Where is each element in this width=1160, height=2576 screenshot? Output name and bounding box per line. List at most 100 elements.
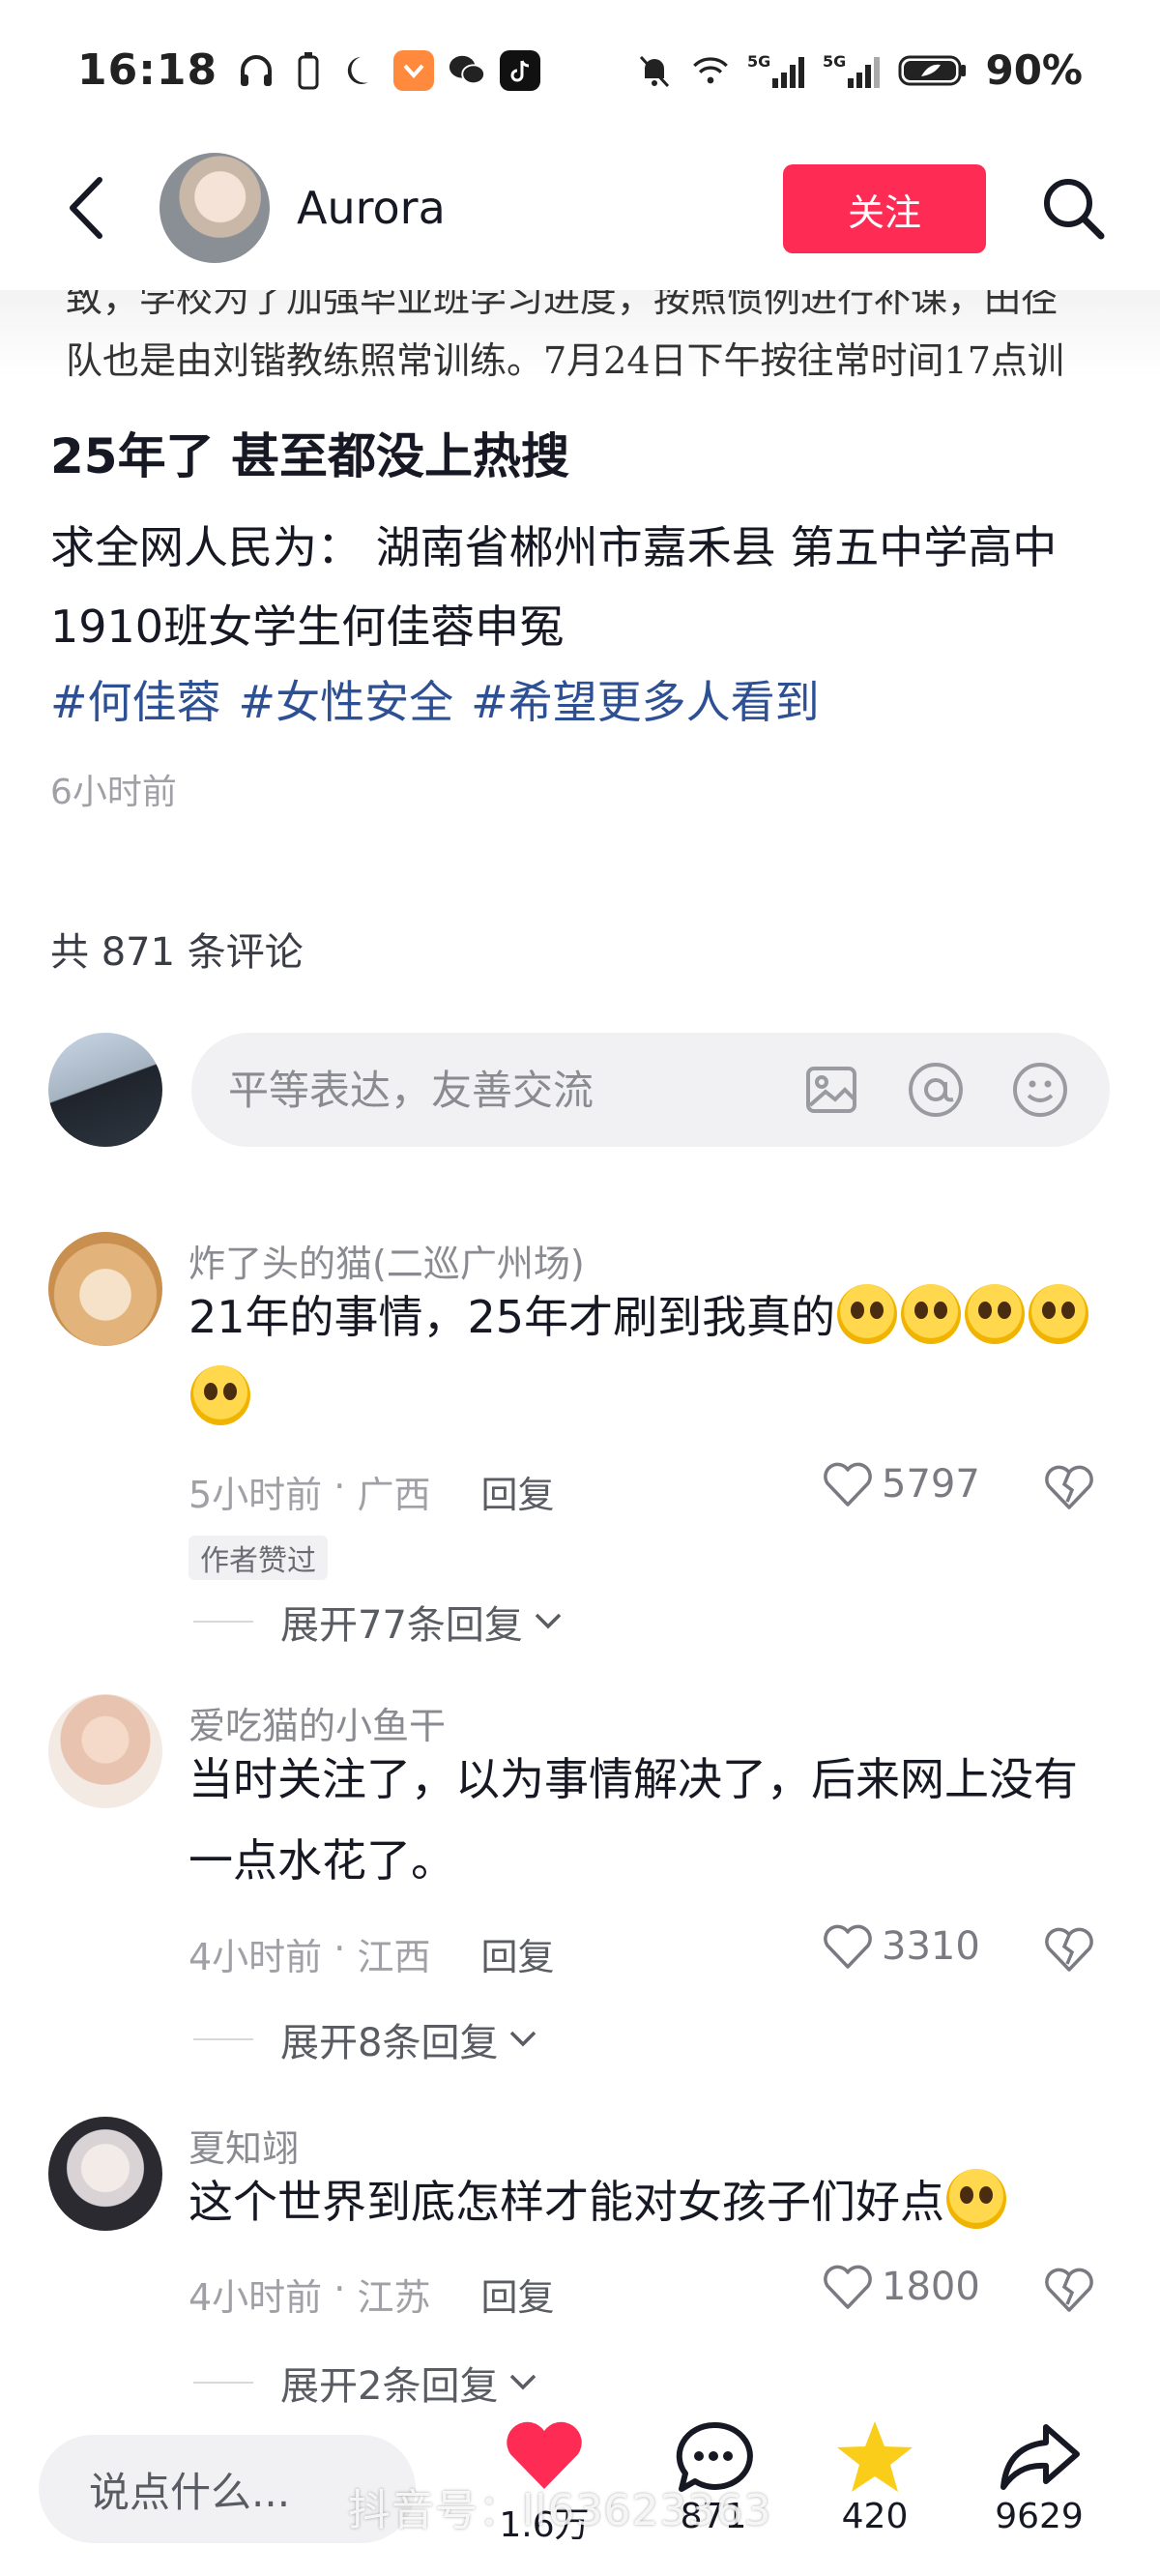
post-image-strip[interactable]: 致，学校为了加强毕业班学习进度，按照惯例进行补课，田径 队也是由刘锴教练照常训练… <box>0 290 1160 377</box>
comment-text: 这个世界到底怎样才能对女孩子们好点 <box>188 2161 1116 2242</box>
comment-input-box[interactable] <box>191 1033 1110 1147</box>
wechat-icon <box>448 51 486 90</box>
comment-time: 4小时前 <box>188 2276 323 2319</box>
comment-bubble-icon <box>676 2421 753 2492</box>
heart-filled-icon <box>507 2421 582 2489</box>
broken-heart-icon <box>1045 1465 1093 1509</box>
expand-replies-button[interactable]: 展开2条回复 <box>193 2355 542 2411</box>
say-something-input[interactable]: 说点什么... <box>39 2435 416 2543</box>
status-right: 5G 5G 90% <box>635 46 1083 94</box>
bottom-action-bar: 说点什么... 1.6万 871 420 9629 抖音号：ll63623363 <box>0 2408 1160 2576</box>
like-count: 1800 <box>882 2265 980 2309</box>
chevron-left-icon <box>70 177 102 239</box>
search-button[interactable] <box>1034 169 1112 247</box>
comment-text-content: 21年的事情，25年才刷到我真的 <box>188 1291 836 1343</box>
like-button[interactable]: 5797 <box>822 1460 980 1508</box>
dislike-button[interactable] <box>1042 1922 1096 1976</box>
image-text-line-1: 致，学校为了加强毕业班学习进度，按照惯例进行补课，田径 <box>66 290 1058 320</box>
comment-location: 江苏 <box>357 2276 431 2319</box>
author-avatar[interactable] <box>160 153 270 263</box>
pleading-face-emoji-icon <box>1029 1284 1089 1344</box>
comment-meta: 4小时前 · 江西 回复 <box>188 1927 554 1980</box>
moon-icon <box>341 51 380 90</box>
meta-separator: · <box>322 2268 358 2310</box>
pleading-face-emoji-icon <box>965 1284 1026 1344</box>
hashtag-link[interactable]: #女性安全 <box>239 667 454 731</box>
comment-action[interactable]: 871 <box>641 2417 786 2536</box>
app-badge-orange-icon <box>393 49 435 91</box>
broken-heart-icon <box>1045 1927 1093 1972</box>
crying-face-emoji-icon <box>946 2169 1006 2229</box>
post-title: 25年了 甚至都没上热搜 <box>50 428 569 484</box>
share-total: 9629 <box>995 2497 1084 2536</box>
chevron-down-icon <box>535 1613 562 1629</box>
comment-location: 广西 <box>357 1474 431 1516</box>
comment-count: 共 871 条评论 <box>50 930 304 975</box>
commenter-avatar[interactable] <box>48 2117 162 2231</box>
follow-button[interactable]: 关注 <box>783 164 986 253</box>
like-count: 3310 <box>882 1924 980 1969</box>
wifi-icon <box>691 51 730 90</box>
status-left-icons <box>237 49 541 91</box>
expand-divider <box>193 2382 253 2384</box>
comment-location: 江西 <box>357 1936 431 1978</box>
commenter-avatar[interactable] <box>48 1694 162 1808</box>
like-button[interactable]: 3310 <box>822 1922 980 1971</box>
star-icon <box>837 2421 913 2492</box>
reply-button[interactable]: 回复 <box>480 1927 554 1980</box>
hashtag-link[interactable]: #希望更多人看到 <box>471 667 820 731</box>
emoji-icon[interactable] <box>1009 1059 1071 1121</box>
chevron-down-icon <box>510 2374 536 2390</box>
comment-time: 4小时前 <box>188 1936 323 1978</box>
expand-replies-label: 展开8条回复 <box>280 2021 499 2065</box>
heart-outline-icon <box>824 1462 872 1507</box>
signal-5g-icon-2: 5G <box>823 51 881 90</box>
image-text-line-2: 队也是由刘锴教练照常训练。7月24日下午按往常时间17点训 <box>66 339 1064 377</box>
reply-button[interactable]: 回复 <box>480 2268 554 2321</box>
like-total: 1.6万 <box>499 2505 590 2545</box>
pleading-face-emoji-icon <box>901 1284 962 1344</box>
header: Aurora 关注 <box>0 145 1160 271</box>
like-button[interactable]: 1800 <box>822 2263 980 2311</box>
battery-percent: 90% <box>985 46 1083 94</box>
like-action[interactable]: 1.6万 <box>472 2417 617 2547</box>
author-name[interactable]: Aurora <box>297 182 446 234</box>
hashtag-link[interactable]: #何佳蓉 <box>50 667 221 731</box>
comment-input[interactable] <box>228 1066 769 1114</box>
expand-replies-button[interactable]: 展开77条回复 <box>193 1594 567 1650</box>
comment-text: 21年的事情，25年才刷到我真的 <box>188 1276 1116 1439</box>
share-action[interactable]: 9629 <box>967 2417 1112 2536</box>
at-icon[interactable] <box>905 1059 967 1121</box>
battery-small-icon <box>289 51 328 90</box>
comment-text-content: 这个世界到底怎样才能对女孩子们好点 <box>188 2176 944 2228</box>
broken-heart-icon <box>1045 2268 1093 2312</box>
headphones-icon <box>237 51 276 90</box>
status-time: 16:18 <box>77 45 218 95</box>
status-bar: 16:18 5G 5G 90% <box>0 0 1160 140</box>
signal-5g-icon-1: 5G <box>747 51 805 90</box>
heart-outline-icon <box>824 1924 872 1969</box>
expand-replies-button[interactable]: 展开8条回复 <box>193 2011 542 2067</box>
meta-separator: · <box>322 1465 358 1508</box>
post-time: 6小时前 <box>50 773 177 812</box>
back-button[interactable] <box>48 169 126 247</box>
svg-text:5G: 5G <box>823 52 846 71</box>
author-liked-badge: 作者赞过 <box>188 1536 328 1580</box>
chevron-down-icon <box>510 2031 536 2047</box>
favorite-action[interactable]: 420 <box>802 2417 947 2536</box>
dislike-button[interactable] <box>1042 1460 1096 1514</box>
expand-divider <box>193 2038 253 2040</box>
pleading-face-emoji-icon <box>190 1365 250 1425</box>
commenter-avatar[interactable] <box>48 1232 162 1346</box>
reply-button[interactable]: 回复 <box>480 1465 554 1518</box>
my-avatar <box>48 1033 162 1147</box>
image-icon[interactable] <box>800 1059 862 1121</box>
comment-meta: 4小时前 · 江苏 回复 <box>188 2268 554 2321</box>
comment-text: 当时关注了，以为事情解决了，后来网上没有一点水花了。 <box>188 1753 1078 1887</box>
comment-meta: 5小时前 · 广西 回复 <box>188 1465 554 1518</box>
dislike-button[interactable] <box>1042 2263 1096 2317</box>
post-body: 求全网人民为： 湖南省郴州市嘉禾县 第五中学高中1910班女学生何佳蓉申冤 <box>50 521 1058 653</box>
like-count: 5797 <box>882 1462 980 1507</box>
search-icon <box>1044 179 1105 240</box>
svg-text:5G: 5G <box>747 52 770 71</box>
